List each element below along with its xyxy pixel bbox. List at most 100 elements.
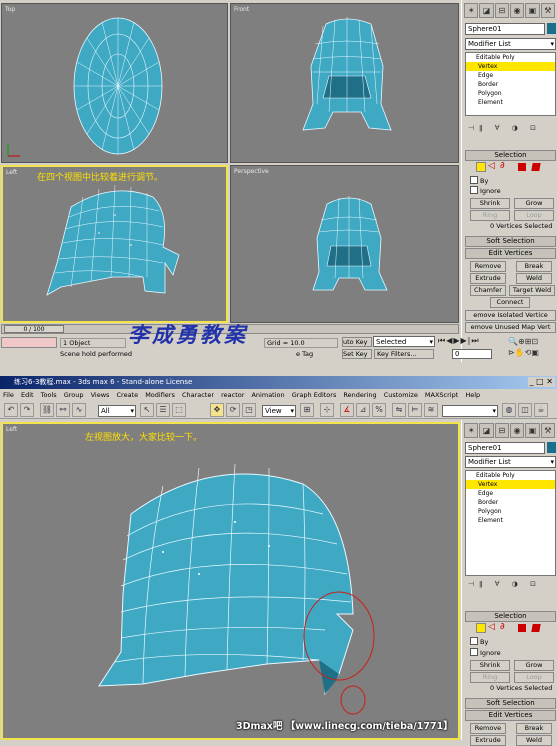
undo-icon[interactable]: ↶ bbox=[4, 403, 18, 417]
motion-tab-icon[interactable]: ◉ bbox=[509, 3, 525, 18]
menu-help[interactable]: Help bbox=[465, 391, 480, 399]
viewport-nav-icons[interactable]: 🔍⊕⊞⊡ ⊳✋⟲▣ bbox=[508, 336, 556, 358]
remove-unused-map-button[interactable]: emove Unused Map Vert bbox=[465, 322, 556, 333]
utilities-tab-icon[interactable]: ⚒ bbox=[540, 3, 555, 18]
stack-item[interactable]: Border bbox=[466, 80, 555, 89]
select-rotate-icon[interactable]: ⟳ bbox=[226, 403, 240, 417]
ring-button[interactable]: Ring bbox=[470, 210, 510, 221]
object-name-field[interactable]: Sphere01 bbox=[465, 442, 545, 454]
window-controls[interactable]: _ □ ✕ bbox=[527, 377, 555, 387]
curve-editor-icon[interactable]: ≋ bbox=[424, 403, 438, 417]
select-icon[interactable]: ↖ bbox=[140, 403, 154, 417]
menu-maxscript[interactable]: MAXScript bbox=[425, 391, 458, 399]
selected-dropdown[interactable]: Selected bbox=[373, 336, 435, 347]
loop-button[interactable]: Loop bbox=[514, 210, 554, 221]
edge-icon[interactable]: ◁ bbox=[488, 162, 498, 172]
remove-isolated-button[interactable]: emove Isolated Vertice bbox=[465, 310, 556, 321]
select-move-icon[interactable]: ✥ bbox=[210, 403, 224, 417]
menu-customize[interactable]: Customize bbox=[384, 391, 418, 399]
ring-button[interactable]: Ring bbox=[470, 672, 510, 683]
extrude-button[interactable]: Extrude bbox=[470, 735, 506, 746]
create-tab-icon[interactable]: ✶ bbox=[464, 3, 479, 18]
named-selection-dropdown[interactable] bbox=[442, 405, 498, 417]
grow-button[interactable]: Grow bbox=[514, 660, 554, 671]
time-slider-thumb[interactable]: 0 / 100 bbox=[4, 325, 64, 333]
reference-coord-dropdown[interactable]: View bbox=[262, 405, 296, 417]
pivot-icon[interactable]: ⊞ bbox=[300, 403, 314, 417]
stack-item[interactable]: Element bbox=[466, 98, 555, 107]
object-color-swatch[interactable] bbox=[547, 23, 556, 34]
modify-tab-icon[interactable]: ◪ bbox=[479, 423, 494, 438]
selection-rollout[interactable]: Selection bbox=[465, 611, 556, 622]
menu-tools[interactable]: Tools bbox=[41, 391, 57, 399]
menu-group[interactable]: Group bbox=[64, 391, 84, 399]
snap-icon[interactable]: ∡ bbox=[340, 403, 354, 417]
menu-file[interactable]: File bbox=[3, 391, 14, 399]
display-tab-icon[interactable]: ▣ bbox=[525, 423, 540, 438]
stack-item-selected[interactable]: Vertex bbox=[466, 62, 555, 71]
menu-rendering[interactable]: Rendering bbox=[343, 391, 376, 399]
element-icon[interactable] bbox=[531, 624, 541, 632]
edge-icon[interactable]: ◁ bbox=[488, 623, 498, 633]
region-icon[interactable]: ⬚ bbox=[172, 403, 186, 417]
weld-button[interactable]: Weld bbox=[516, 735, 552, 746]
remove-button[interactable]: Remove bbox=[470, 261, 506, 272]
set-key-button[interactable]: Set Key bbox=[342, 349, 372, 359]
motion-tab-icon[interactable]: ◉ bbox=[509, 423, 525, 438]
stack-item[interactable]: Border bbox=[466, 498, 555, 507]
selection-rollout[interactable]: Selection bbox=[465, 150, 556, 161]
align-icon[interactable]: ⊨ bbox=[408, 403, 422, 417]
by-vertex-checkbox[interactable]: By bbox=[470, 637, 488, 647]
modifier-stack[interactable]: Editable Poly Vertex Edge Border Polygon… bbox=[465, 470, 556, 576]
viewport-left[interactable]: Left 在四个视图中比较着进行调节。 bbox=[1, 165, 228, 323]
polygon-icon[interactable] bbox=[518, 163, 526, 171]
edit-vertices-rollout[interactable]: Edit Vertices bbox=[465, 710, 556, 721]
selection-filter-dropdown[interactable]: All bbox=[98, 405, 136, 417]
break-button[interactable]: Break bbox=[516, 261, 552, 272]
stack-item[interactable]: Editable Poly bbox=[466, 471, 555, 480]
unlink-icon[interactable]: ⚯ bbox=[56, 403, 70, 417]
modifier-list-dropdown[interactable]: Modifier List bbox=[465, 38, 556, 50]
menu-create[interactable]: Create bbox=[117, 391, 139, 399]
modifier-list-dropdown[interactable]: Modifier List bbox=[465, 456, 556, 468]
menu-graph-editors[interactable]: Graph Editors bbox=[292, 391, 337, 399]
object-name-field[interactable]: Sphere01 bbox=[465, 23, 545, 35]
stack-item-selected[interactable]: Vertex bbox=[466, 480, 555, 489]
element-icon[interactable] bbox=[531, 163, 541, 171]
chamfer-button[interactable]: Chamfer bbox=[470, 285, 506, 296]
ignore-backfacing-checkbox[interactable]: Ignore bbox=[470, 186, 501, 196]
connect-button[interactable]: Connect bbox=[490, 297, 530, 308]
select-scale-icon[interactable]: ◳ bbox=[242, 403, 256, 417]
key-filters-button[interactable]: Key Filters... bbox=[374, 349, 434, 359]
stack-item[interactable]: Editable Poly bbox=[466, 53, 555, 62]
edit-vertices-rollout[interactable]: Edit Vertices bbox=[465, 248, 556, 259]
loop-button[interactable]: Loop bbox=[514, 672, 554, 683]
viewport-top[interactable]: Top bbox=[1, 3, 228, 163]
menu-modifiers[interactable]: Modifiers bbox=[145, 391, 175, 399]
maxscript-listener[interactable] bbox=[1, 337, 57, 348]
shrink-button[interactable]: Shrink bbox=[470, 660, 510, 671]
viewport-left-maximized[interactable]: Left 左视图放大，大家比较一下。 bbox=[1, 422, 460, 740]
soft-selection-rollout[interactable]: Soft Selection bbox=[465, 698, 556, 709]
percent-snap-icon[interactable]: % bbox=[372, 403, 386, 417]
link-icon[interactable]: ⛓ bbox=[40, 403, 54, 417]
target-weld-button[interactable]: Target Weld bbox=[509, 285, 555, 296]
redo-icon[interactable]: ↷ bbox=[20, 403, 34, 417]
menu-edit[interactable]: Edit bbox=[21, 391, 34, 399]
ignore-backfacing-checkbox[interactable]: Ignore bbox=[470, 648, 501, 658]
border-icon[interactable]: ∂ bbox=[500, 623, 510, 633]
angle-snap-icon[interactable]: ⊿ bbox=[356, 403, 370, 417]
stack-item[interactable]: Polygon bbox=[466, 89, 555, 98]
hierarchy-tab-icon[interactable]: ⊟ bbox=[494, 3, 509, 18]
quick-render-icon[interactable]: ☕ bbox=[534, 403, 548, 417]
modify-tab-icon[interactable]: ◪ bbox=[479, 3, 494, 18]
menu-animation[interactable]: Animation bbox=[251, 391, 284, 399]
add-time-tag[interactable]: e Tag bbox=[296, 350, 313, 358]
bind-spacewarp-icon[interactable]: ∿ bbox=[72, 403, 86, 417]
stack-item[interactable]: Edge bbox=[466, 489, 555, 498]
vertex-icon[interactable] bbox=[476, 623, 486, 633]
auto-key-button[interactable]: uto Key bbox=[342, 337, 372, 347]
render-setup-icon[interactable]: ◫ bbox=[518, 403, 532, 417]
create-tab-icon[interactable]: ✶ bbox=[464, 423, 479, 438]
break-button[interactable]: Break bbox=[516, 723, 552, 734]
